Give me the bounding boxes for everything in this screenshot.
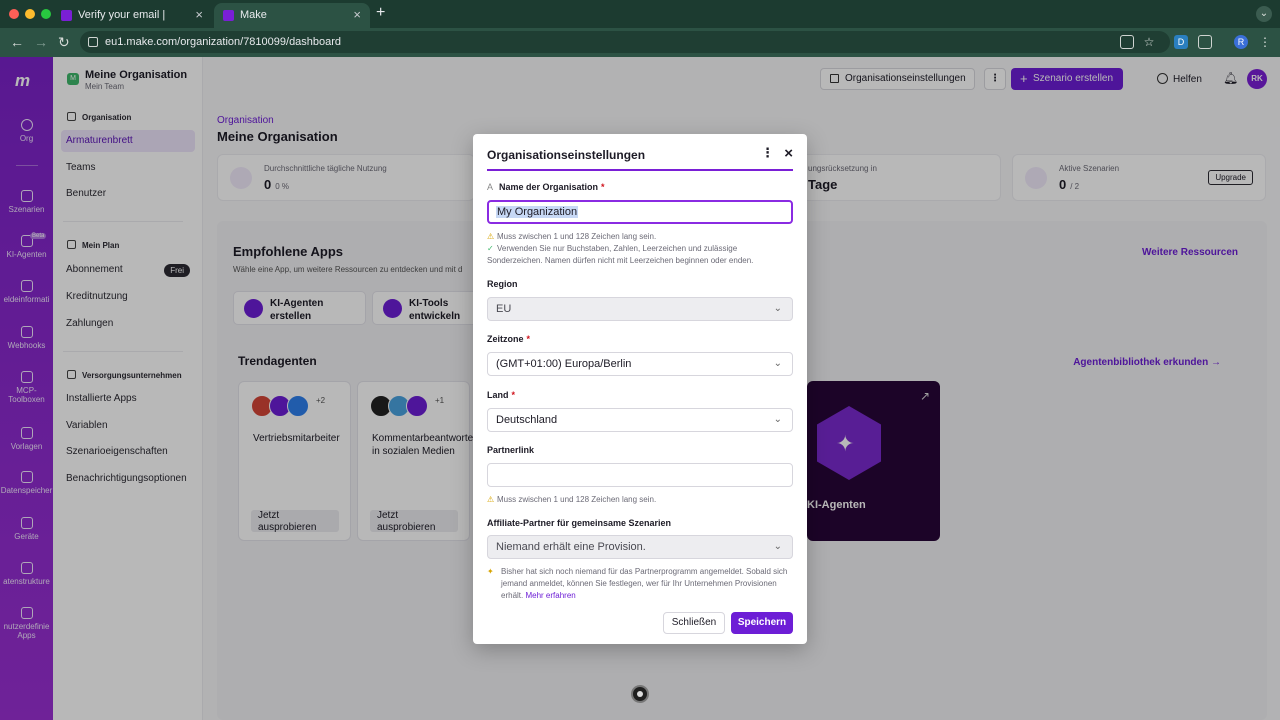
learn-more-link[interactable]: Mehr erfahren	[525, 591, 575, 600]
check-icon: ✓	[487, 244, 494, 253]
minimize-window-dot[interactable]	[25, 9, 35, 19]
new-tab-icon[interactable]: +	[376, 4, 385, 22]
bookmark-star-icon[interactable]: ☆	[1142, 35, 1156, 49]
browser-tab-bar: Verify your email | × Make × + ⌄	[0, 0, 1280, 28]
dialog-menu-icon[interactable]: ⋮	[761, 146, 774, 159]
org-name-hint: ⚠︎ Muss zwischen 1 und 128 Zeichen lang s…	[487, 232, 657, 241]
lightbulb-icon: ✦	[487, 567, 494, 576]
affiliate-label: Affiliate-Partner für gemeinsame Szenari…	[487, 518, 672, 528]
translate-icon[interactable]	[1120, 35, 1134, 49]
dialog-divider	[487, 169, 793, 171]
close-button[interactable]: Schließen	[663, 612, 725, 634]
timezone-select[interactable]: (GMT+01:00) Europa/Berlin ⌄	[487, 352, 793, 376]
maximize-window-dot[interactable]	[41, 9, 51, 19]
org-name-input[interactable]: My Organization	[487, 200, 793, 224]
partner-link-hint: ⚠︎ Muss zwischen 1 und 128 Zeichen lang s…	[487, 495, 657, 504]
browser-menu-icon[interactable]: ⋮	[1258, 35, 1272, 49]
org-name-label: A Name der Organisation *	[487, 182, 605, 192]
close-icon[interactable]: ×	[784, 145, 793, 162]
browser-tab-verify[interactable]: Verify your email | ×	[52, 3, 212, 28]
warning-icon: ⚠︎	[487, 495, 495, 504]
chevron-down-icon: ⌄	[773, 541, 782, 552]
dialog-title: Organisationseinstellungen	[487, 148, 646, 162]
browser-toolbar: ← → ↻ eu1.make.com/organization/7810099/…	[0, 28, 1280, 57]
make-favicon-icon	[61, 10, 72, 21]
country-select[interactable]: Deutschland ⌄	[487, 408, 793, 432]
chevron-down-icon: ⌄	[773, 358, 782, 369]
address-bar[interactable]: eu1.make.com/organization/7810099/dashbo…	[80, 31, 1170, 53]
close-tab-icon[interactable]: ×	[353, 3, 361, 27]
tab-search-chevron-icon[interactable]: ⌄	[1256, 6, 1272, 22]
timezone-label: Zeitzone *	[487, 334, 531, 344]
profile-avatar[interactable]: R	[1234, 35, 1248, 49]
back-arrow-icon[interactable]: ←	[10, 34, 24, 50]
forward-arrow-icon[interactable]: →	[34, 34, 48, 50]
affiliate-select: Niemand erhält eine Provision. ⌄	[487, 535, 793, 559]
affiliate-hint: ✦ Bisher hat sich noch niemand für das Pa…	[487, 567, 788, 600]
extensions-puzzle-icon[interactable]	[1198, 35, 1212, 49]
url-text: eu1.make.com/organization/7810099/dashbo…	[105, 36, 342, 48]
tab-title: Make	[240, 9, 267, 21]
save-button[interactable]: Speichern	[731, 612, 793, 634]
partner-link-input[interactable]	[487, 463, 793, 487]
chevron-down-icon: ⌄	[773, 303, 782, 314]
warning-icon: ⚠︎	[487, 232, 495, 241]
region-select: EU ⌄	[487, 297, 793, 321]
close-tab-icon[interactable]: ×	[195, 3, 203, 27]
chevron-down-icon: ⌄	[773, 414, 782, 425]
site-info-icon[interactable]	[88, 37, 98, 47]
text-type-icon: A	[487, 182, 494, 192]
close-window-dot[interactable]	[9, 9, 19, 19]
reload-icon[interactable]: ↻	[58, 34, 70, 51]
org-name-rules: ✓ Verwenden Sie nur Buchstaben, Zahlen, L…	[487, 244, 754, 265]
partner-link-label: Partnerlink	[487, 445, 535, 455]
recording-indicator	[631, 685, 649, 703]
country-label: Land *	[487, 390, 516, 400]
make-favicon-icon	[223, 10, 234, 21]
tab-title: Verify your email |	[78, 9, 166, 21]
region-label: Region	[487, 279, 518, 289]
org-settings-dialog: Organisationseinstellungen ⋮ × A Name der…	[473, 134, 807, 644]
browser-tab-make[interactable]: Make ×	[214, 3, 370, 28]
extension-d-icon[interactable]: D	[1174, 35, 1188, 49]
